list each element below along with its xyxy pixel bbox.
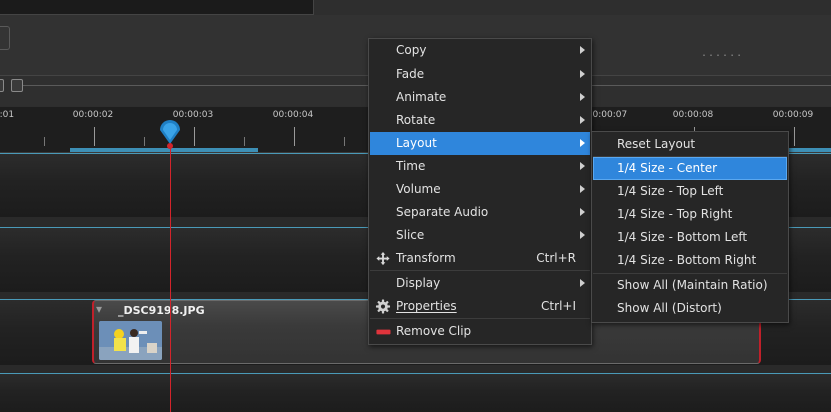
submenu-arrow-icon	[580, 93, 585, 101]
submenu-arrow-icon	[580, 185, 585, 193]
menu-item-label: Volume	[396, 182, 441, 196]
menu-item-transform[interactable]: Transform Ctrl+R	[370, 247, 590, 270]
menu-item-label: Display	[396, 276, 441, 290]
ruler-tick	[794, 127, 795, 146]
ruler-label: 00:00:02	[72, 110, 114, 120]
menu-item-time[interactable]: Time	[370, 155, 590, 178]
ruler-label: 00:00:08	[672, 110, 714, 120]
submenu-item-quarter-top-right[interactable]: 1/4 Size - Top Right	[593, 203, 787, 226]
menu-item-label: Time	[396, 159, 426, 173]
submenu-item-show-all-distort[interactable]: Show All (Distort)	[593, 297, 787, 320]
menu-item-separate-audio[interactable]: Separate Audio	[370, 201, 590, 224]
submenu-item-reset-layout[interactable]: Reset Layout	[593, 133, 787, 156]
ruler-label: 00:00:09	[772, 110, 814, 120]
track-divider	[0, 365, 831, 373]
clip-thumbnail-image	[99, 321, 162, 360]
ruler-tick	[44, 137, 45, 146]
menu-item-label: 1/4 Size - Bottom Left	[617, 230, 748, 244]
zoom-slider-handle-start[interactable]	[0, 79, 4, 92]
menu-item-label: 1/4 Size - Top Left	[617, 184, 724, 198]
video-editor-window: ...... 0:01 00:00:02 00:00:03 00:00:04 0…	[0, 0, 831, 412]
submenu-arrow-icon	[580, 116, 585, 124]
menu-item-label: 1/4 Size - Top Right	[617, 207, 733, 221]
ruler-tick	[94, 127, 95, 146]
ruler-label: 00:00:07	[586, 110, 628, 120]
gear-icon	[375, 299, 391, 314]
menu-item-properties[interactable]: Properties Ctrl+I	[370, 295, 590, 318]
menu-item-rotate[interactable]: Rotate	[370, 109, 590, 132]
menu-item-label: 1/4 Size - Bottom Right	[617, 253, 757, 267]
submenu-arrow-icon	[580, 162, 585, 170]
ruler-tick	[294, 127, 295, 146]
submenu-item-quarter-bottom-left[interactable]: 1/4 Size - Bottom Left	[593, 226, 787, 249]
ruler-tick	[244, 137, 245, 146]
menu-item-layout[interactable]: Layout	[370, 132, 590, 155]
ruler-label: 00:00:04	[272, 110, 314, 120]
menu-separator	[370, 318, 590, 319]
remove-icon	[376, 329, 391, 335]
submenu-arrow-icon	[580, 208, 585, 216]
menu-item-fade[interactable]: Fade	[370, 63, 590, 86]
left-panel-box	[0, 26, 10, 50]
menu-item-label: Reset Layout	[617, 137, 696, 151]
move-icon	[376, 251, 390, 266]
preview-panel-edge	[0, 0, 314, 15]
submenu-arrow-icon	[580, 139, 585, 147]
menu-item-label: Show All (Maintain Ratio)	[617, 278, 768, 292]
zoom-slider-handle[interactable]	[11, 79, 23, 92]
menu-item-slice[interactable]: Slice	[370, 224, 590, 247]
playhead-line	[170, 140, 171, 412]
ruler-tick	[194, 127, 195, 146]
submenu-item-quarter-center[interactable]: 1/4 Size - Center	[593, 157, 787, 180]
menu-item-label: Rotate	[396, 113, 436, 127]
submenu-arrow-icon	[580, 70, 585, 78]
submenu-item-quarter-bottom-right[interactable]: 1/4 Size - Bottom Right	[593, 249, 787, 272]
menu-item-label: 1/4 Size - Center	[617, 161, 718, 175]
clip-title: _DSC9198.JPG	[118, 304, 205, 317]
menu-item-animate[interactable]: Animate	[370, 86, 590, 109]
menu-item-volume[interactable]: Volume	[370, 178, 590, 201]
menu-item-shortcut: Ctrl+R	[536, 251, 576, 265]
menu-item-label: Fade	[396, 67, 425, 81]
submenu-arrow-icon	[580, 46, 585, 54]
menu-item-label: Layout	[396, 136, 437, 150]
submenu-arrow-icon	[580, 231, 585, 239]
submenu-item-show-all-maintain[interactable]: Show All (Maintain Ratio)	[593, 274, 787, 297]
menu-separator	[370, 270, 590, 271]
menu-item-label: Properties	[396, 299, 457, 313]
clip-menu-arrow-icon[interactable]: ▾	[96, 302, 102, 316]
menu-item-display[interactable]: Display	[370, 272, 590, 295]
menu-item-label: Remove Clip	[396, 324, 472, 338]
submenu-item-quarter-top-left[interactable]: 1/4 Size - Top Left	[593, 180, 787, 203]
ruler-label: 0:01	[0, 110, 15, 120]
menu-item-label: Show All (Distort)	[617, 301, 722, 315]
layout-submenu: Reset Layout 1/4 Size - Center 1/4 Size …	[591, 131, 789, 323]
menu-item-label: Separate Audio	[396, 205, 489, 219]
ruler-tick	[144, 137, 145, 146]
playhead-marker-icon[interactable]	[158, 118, 182, 152]
ruler-tick	[344, 137, 345, 146]
timeline-track[interactable]	[0, 373, 831, 412]
menu-item-shortcut: Ctrl+I	[541, 299, 576, 313]
menu-item-label: Animate	[396, 90, 447, 104]
submenu-arrow-icon	[580, 279, 585, 287]
menu-item-copy[interactable]: Copy	[370, 39, 590, 62]
clip-context-menu: Copy Fade Animate Rotate Layout Time Vol…	[368, 38, 592, 345]
menu-item-label: Slice	[396, 228, 425, 242]
menu-item-label: Transform	[396, 251, 456, 265]
drag-handle-dots[interactable]: ......	[701, 48, 743, 59]
menu-item-label: Copy	[396, 43, 427, 57]
menu-item-remove-clip[interactable]: Remove Clip	[370, 320, 590, 343]
clip-thumbnail	[99, 321, 162, 360]
